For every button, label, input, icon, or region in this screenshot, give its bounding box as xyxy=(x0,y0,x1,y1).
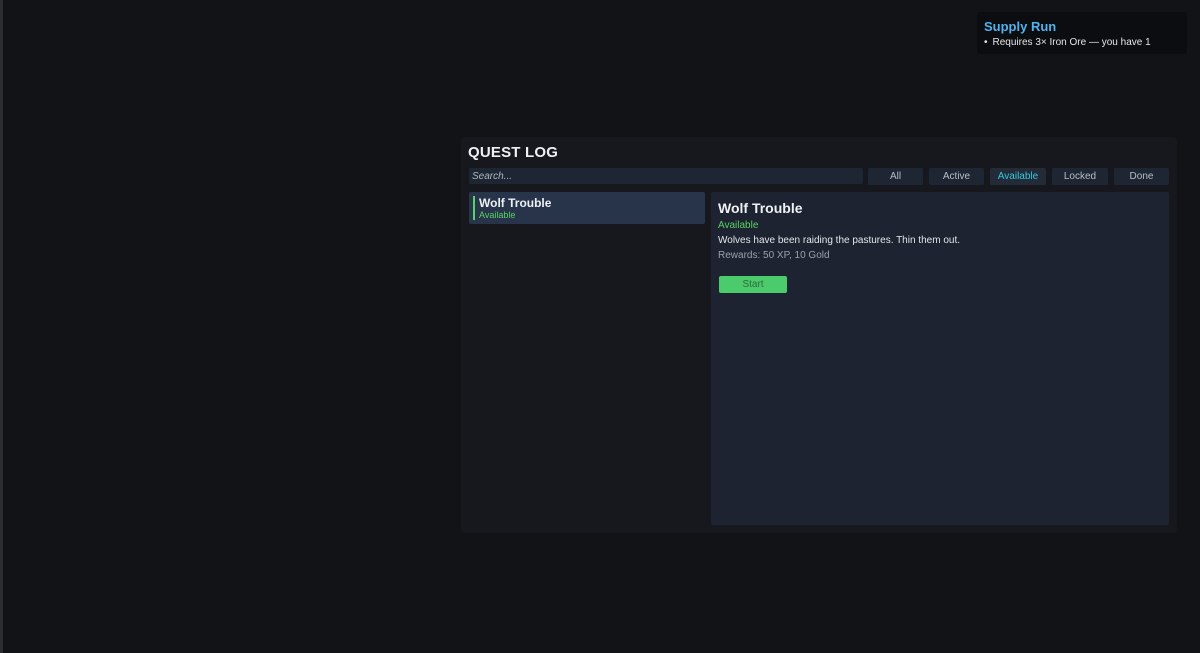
quest-log-panel: QUEST LOG All Active Available Locked Do… xyxy=(461,137,1177,533)
detail-rewards: Rewards: 50 XP, 10 Gold xyxy=(718,250,830,261)
quest-item-name: Wolf Trouble xyxy=(479,196,552,210)
window-edge xyxy=(0,0,3,653)
quest-log-title: QUEST LOG xyxy=(468,144,559,161)
quest-item-status: Available xyxy=(479,210,516,220)
start-quest-button[interactable]: Start xyxy=(719,276,787,293)
quest-detail-panel: Wolf Trouble Available Wolves have been … xyxy=(711,192,1169,525)
filter-all[interactable]: All xyxy=(868,168,923,185)
detail-title: Wolf Trouble xyxy=(718,200,803,216)
quest-tracker: Supply Run • Requires 3× Iron Ore — you … xyxy=(977,12,1187,54)
filter-available[interactable]: Available xyxy=(990,168,1046,185)
tracker-requirement: • Requires 3× Iron Ore — you have 1 xyxy=(984,37,1151,48)
filter-active[interactable]: Active xyxy=(929,168,984,185)
detail-description: Wolves have been raiding the pastures. T… xyxy=(718,235,960,246)
search-input[interactable] xyxy=(469,168,863,184)
status-accent-bar xyxy=(473,196,475,220)
tracker-requirement-text: Requires 3× Iron Ore — you have 1 xyxy=(992,37,1151,48)
quest-list-item[interactable]: Wolf Trouble Available xyxy=(469,192,705,224)
filter-locked[interactable]: Locked xyxy=(1052,168,1108,185)
detail-status: Available xyxy=(718,220,759,231)
tracker-quest-title[interactable]: Supply Run xyxy=(984,19,1056,34)
bullet-icon: • xyxy=(984,37,988,48)
quest-list: Wolf Trouble Available xyxy=(469,192,705,525)
filter-done[interactable]: Done xyxy=(1114,168,1169,185)
